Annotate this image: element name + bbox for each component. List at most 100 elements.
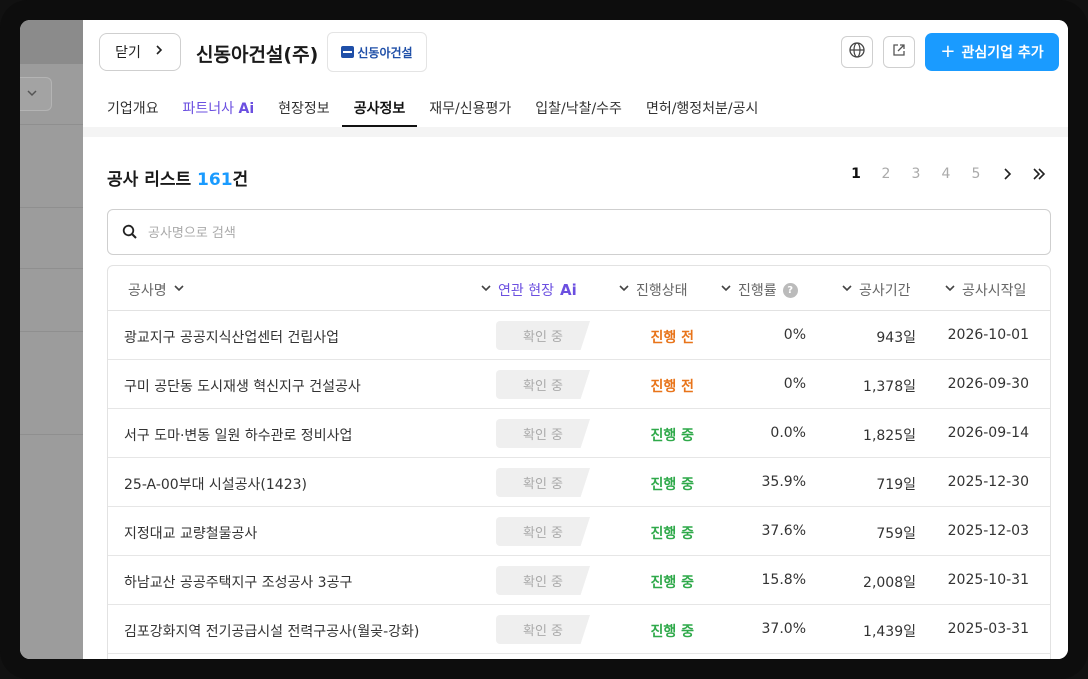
chevron-down-icon xyxy=(944,282,956,298)
column-label: 진행상태 xyxy=(636,283,688,299)
company-detail-panel: 닫기 신동아건설(주) 신동아건설 + 관심기업 추가 기업개요 파트너사 Ai… xyxy=(83,20,1068,659)
tab-finance-credit[interactable]: 재무/신용평가 xyxy=(429,94,511,127)
related-site-badge: 확인 중 xyxy=(496,517,590,546)
page-4[interactable]: 4 xyxy=(931,166,961,182)
status-badge: 진행 중 xyxy=(650,575,694,591)
start-date: 2025-10-31 xyxy=(947,572,1029,588)
chevron-down-icon xyxy=(480,282,492,298)
table-row[interactable]: 광교지구 공공지식산업센터 건립사업 확인 중 진행 전 0% 943일 202… xyxy=(108,311,1050,360)
table-row[interactable]: 25-A-00부대 시설공사(1423) 확인 중 진행 중 35.9% 719… xyxy=(108,458,1050,507)
construction-name: 하남교산 공공주택지구 조성공사 3공구 xyxy=(124,575,353,591)
table-row[interactable]: 서구 도마·변동 일원 하수관로 정비사업 확인 중 진행 중 0.0% 1,8… xyxy=(108,409,1050,458)
tab-partners[interactable]: 파트너사 Ai xyxy=(183,94,255,127)
chevron-down-icon xyxy=(618,282,630,298)
chevron-down-icon xyxy=(841,282,853,298)
background-divider xyxy=(20,268,84,269)
background-divider xyxy=(20,331,84,332)
section-divider xyxy=(83,127,1068,137)
table-row[interactable]: 김포강화지역 전기공급시설 전력구공사(월곶-강화) 확인 중 진행 중 37.… xyxy=(108,605,1050,654)
related-site-badge: 확인 중 xyxy=(496,566,590,595)
logo-mark xyxy=(341,46,355,58)
list-count: 161 xyxy=(197,170,233,190)
page-1[interactable]: 1 xyxy=(841,166,871,182)
table-row[interactable]: 하남교산 공공주택지구 조성공사 3공구 확인 중 진행 중 15.8% 2,0… xyxy=(108,556,1050,605)
construction-name: 광교지구 공공지식산업센터 건립사업 xyxy=(124,330,339,346)
column-name-header[interactable]: 공사명 xyxy=(128,280,185,300)
list-count-suffix: 건 xyxy=(232,170,249,190)
page-3[interactable]: 3 xyxy=(901,166,931,182)
open-external-button[interactable] xyxy=(883,36,915,68)
add-interest-label: 관심기업 추가 xyxy=(961,45,1044,61)
status-badge: 진행 중 xyxy=(650,624,694,640)
tab-label: 현장정보 xyxy=(278,101,330,117)
background-divider xyxy=(20,434,84,435)
help-icon[interactable]: ? xyxy=(782,282,798,298)
column-label: 공사명 xyxy=(128,283,167,299)
construction-period: 759일 xyxy=(876,526,916,542)
website-button[interactable] xyxy=(841,36,873,68)
background-topbar xyxy=(20,20,84,64)
tab-label: 공사정보 xyxy=(353,101,406,117)
company-name: 신동아건설(주) xyxy=(196,44,319,66)
ai-badge: Ai xyxy=(559,281,577,299)
table-row[interactable]: 구미 공단동 도시재생 혁신지구 건설공사 확인 중 진행 전 0% 1,378… xyxy=(108,360,1050,409)
tab-license-disposition[interactable]: 면허/행정처분/공시 xyxy=(646,94,758,127)
page-5[interactable]: 5 xyxy=(961,166,991,182)
background-divider xyxy=(20,124,84,125)
column-label: 공사기간 xyxy=(859,283,911,299)
add-interest-company-button[interactable]: + 관심기업 추가 xyxy=(925,33,1059,71)
related-site-badge: 확인 중 xyxy=(496,615,590,644)
tab-bidding[interactable]: 입찰/낙찰/수주 xyxy=(535,94,622,127)
pagination: 1 2 3 4 5 xyxy=(841,166,1055,182)
start-date: 2026-09-30 xyxy=(947,376,1029,392)
progress-rate: 37.6% xyxy=(761,523,806,539)
tab-construction-info[interactable]: 공사정보 xyxy=(341,94,417,127)
chevron-right-icon xyxy=(153,44,165,60)
tab-company-overview[interactable]: 기업개요 xyxy=(107,94,159,127)
list-title-text: 공사 리스트 xyxy=(107,170,192,190)
tab-label: 면허/행정처분/공시 xyxy=(645,101,759,117)
start-date: 2026-09-14 xyxy=(947,425,1029,441)
screen: 닫기 신동아건설(주) 신동아건설 + 관심기업 추가 기업개요 파트너사 Ai… xyxy=(20,20,1068,659)
related-site-badge: 확인 중 xyxy=(496,370,590,399)
tab-bar: 기업개요 파트너사 Ai 현장정보 공사정보 재무/신용평가 입찰/낙찰/수주 … xyxy=(107,94,782,127)
list-title: 공사 리스트 161건 xyxy=(107,165,248,190)
construction-name: 구미 공단동 도시재생 혁신지구 건설공사 xyxy=(124,379,361,395)
construction-period: 1,825일 xyxy=(863,428,916,444)
logo-text: 신동아건설 xyxy=(357,45,413,60)
plus-icon: + xyxy=(940,41,956,62)
search-input[interactable] xyxy=(148,222,1008,244)
background-divider xyxy=(20,207,84,208)
construction-period: 719일 xyxy=(876,477,916,493)
column-rate-header[interactable]: 진행률 ? xyxy=(720,280,798,300)
progress-rate: 0% xyxy=(783,376,806,392)
construction-name: 지정대교 교량철물공사 xyxy=(124,526,258,542)
next-page-icon[interactable] xyxy=(991,167,1023,181)
column-related-site-header[interactable]: 연관 현장 Ai xyxy=(480,280,577,300)
column-status-header[interactable]: 진행상태 xyxy=(618,280,688,300)
column-period-header[interactable]: 공사기간 xyxy=(841,280,911,300)
progress-rate: 0.0% xyxy=(770,425,806,441)
table-row[interactable]: 지정대교 교량철물공사 확인 중 진행 중 37.6% 759일 2025-12… xyxy=(108,507,1050,556)
construction-table: 공사명 연관 현장 Ai 진행상태 진행률 ? 공사기간 공사시작일 광교지구 … xyxy=(107,265,1051,659)
close-button[interactable]: 닫기 xyxy=(99,33,181,71)
column-label: 연관 현장 xyxy=(498,283,554,299)
device-frame: 닫기 신동아건설(주) 신동아건설 + 관심기업 추가 기업개요 파트너사 Ai… xyxy=(0,0,1088,679)
search-box xyxy=(107,209,1051,255)
status-badge: 진행 전 xyxy=(650,379,694,395)
construction-name: 김포강화지역 전기공급시설 전력구공사(월곶-강화) xyxy=(124,624,420,640)
page-2[interactable]: 2 xyxy=(871,166,901,182)
start-date: 2026-10-01 xyxy=(947,327,1029,343)
tab-label: 파트너사 xyxy=(182,101,235,117)
column-start-header[interactable]: 공사시작일 xyxy=(944,280,1026,300)
chevron-down-icon xyxy=(173,282,185,298)
ai-badge: Ai xyxy=(238,101,255,117)
progress-rate: 35.9% xyxy=(761,474,806,490)
last-page-icon[interactable] xyxy=(1023,167,1055,181)
progress-rate: 0% xyxy=(783,327,806,343)
construction-period: 1,378일 xyxy=(863,379,916,395)
tab-label: 재무/신용평가 xyxy=(429,101,512,117)
related-site-badge: 확인 중 xyxy=(496,468,590,497)
construction-period: 1,439일 xyxy=(863,624,916,640)
tab-site-info[interactable]: 현장정보 xyxy=(278,94,330,127)
